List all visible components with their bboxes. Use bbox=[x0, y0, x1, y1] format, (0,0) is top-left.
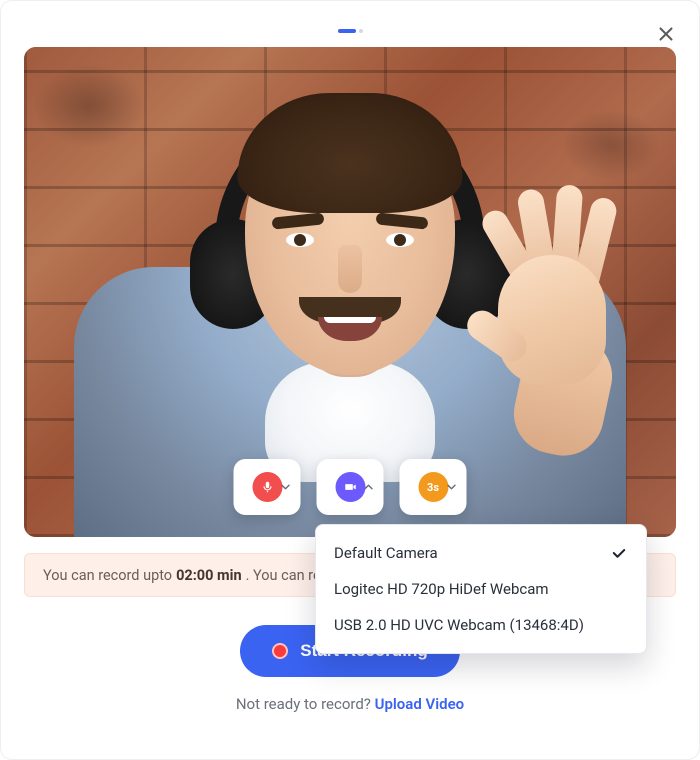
chevron-down-icon[interactable] bbox=[445, 480, 459, 494]
camera-option-label: Logitec HD 720p HiDef Webcam bbox=[334, 580, 549, 598]
record-limit-value: 02:00 min bbox=[176, 567, 242, 584]
recorder-modal: 3s You can record upto 02:00 min . You c… bbox=[0, 0, 700, 760]
countdown-toggle[interactable]: 3s bbox=[400, 459, 467, 515]
camera-select-menu: Default Camera Logitec HD 720p HiDef Web… bbox=[315, 524, 647, 654]
camera-option-label: Default Camera bbox=[334, 544, 438, 562]
pager-step-2[interactable] bbox=[359, 29, 363, 33]
mic-toggle[interactable] bbox=[234, 459, 301, 515]
check-icon bbox=[610, 544, 628, 562]
footer-prompt: Not ready to record? Upload Video bbox=[236, 695, 464, 713]
record-icon bbox=[272, 643, 288, 659]
wizard-pager bbox=[338, 29, 363, 33]
upload-video-link[interactable]: Upload Video bbox=[375, 695, 465, 713]
record-limit-prefix: You can record upto bbox=[43, 567, 172, 584]
camera-option[interactable]: Default Camera bbox=[316, 535, 646, 571]
close-icon bbox=[655, 23, 677, 45]
video-preview: 3s bbox=[24, 47, 676, 537]
chevron-down-icon[interactable] bbox=[279, 480, 293, 494]
mic-icon bbox=[252, 472, 282, 502]
camera-option-label: USB 2.0 HD UVC Webcam (13468:4D) bbox=[334, 616, 584, 634]
camera-toggle[interactable] bbox=[317, 459, 384, 515]
camera-option[interactable]: USB 2.0 HD UVC Webcam (13468:4D) bbox=[316, 607, 646, 643]
close-button[interactable] bbox=[655, 23, 677, 45]
timer-icon: 3s bbox=[418, 472, 448, 502]
pager-step-1[interactable] bbox=[338, 29, 356, 33]
chevron-up-icon[interactable] bbox=[362, 480, 376, 494]
camera-option[interactable]: Logitec HD 720p HiDef Webcam bbox=[316, 571, 646, 607]
preview-controls: 3s bbox=[234, 459, 467, 515]
camera-icon bbox=[335, 472, 365, 502]
